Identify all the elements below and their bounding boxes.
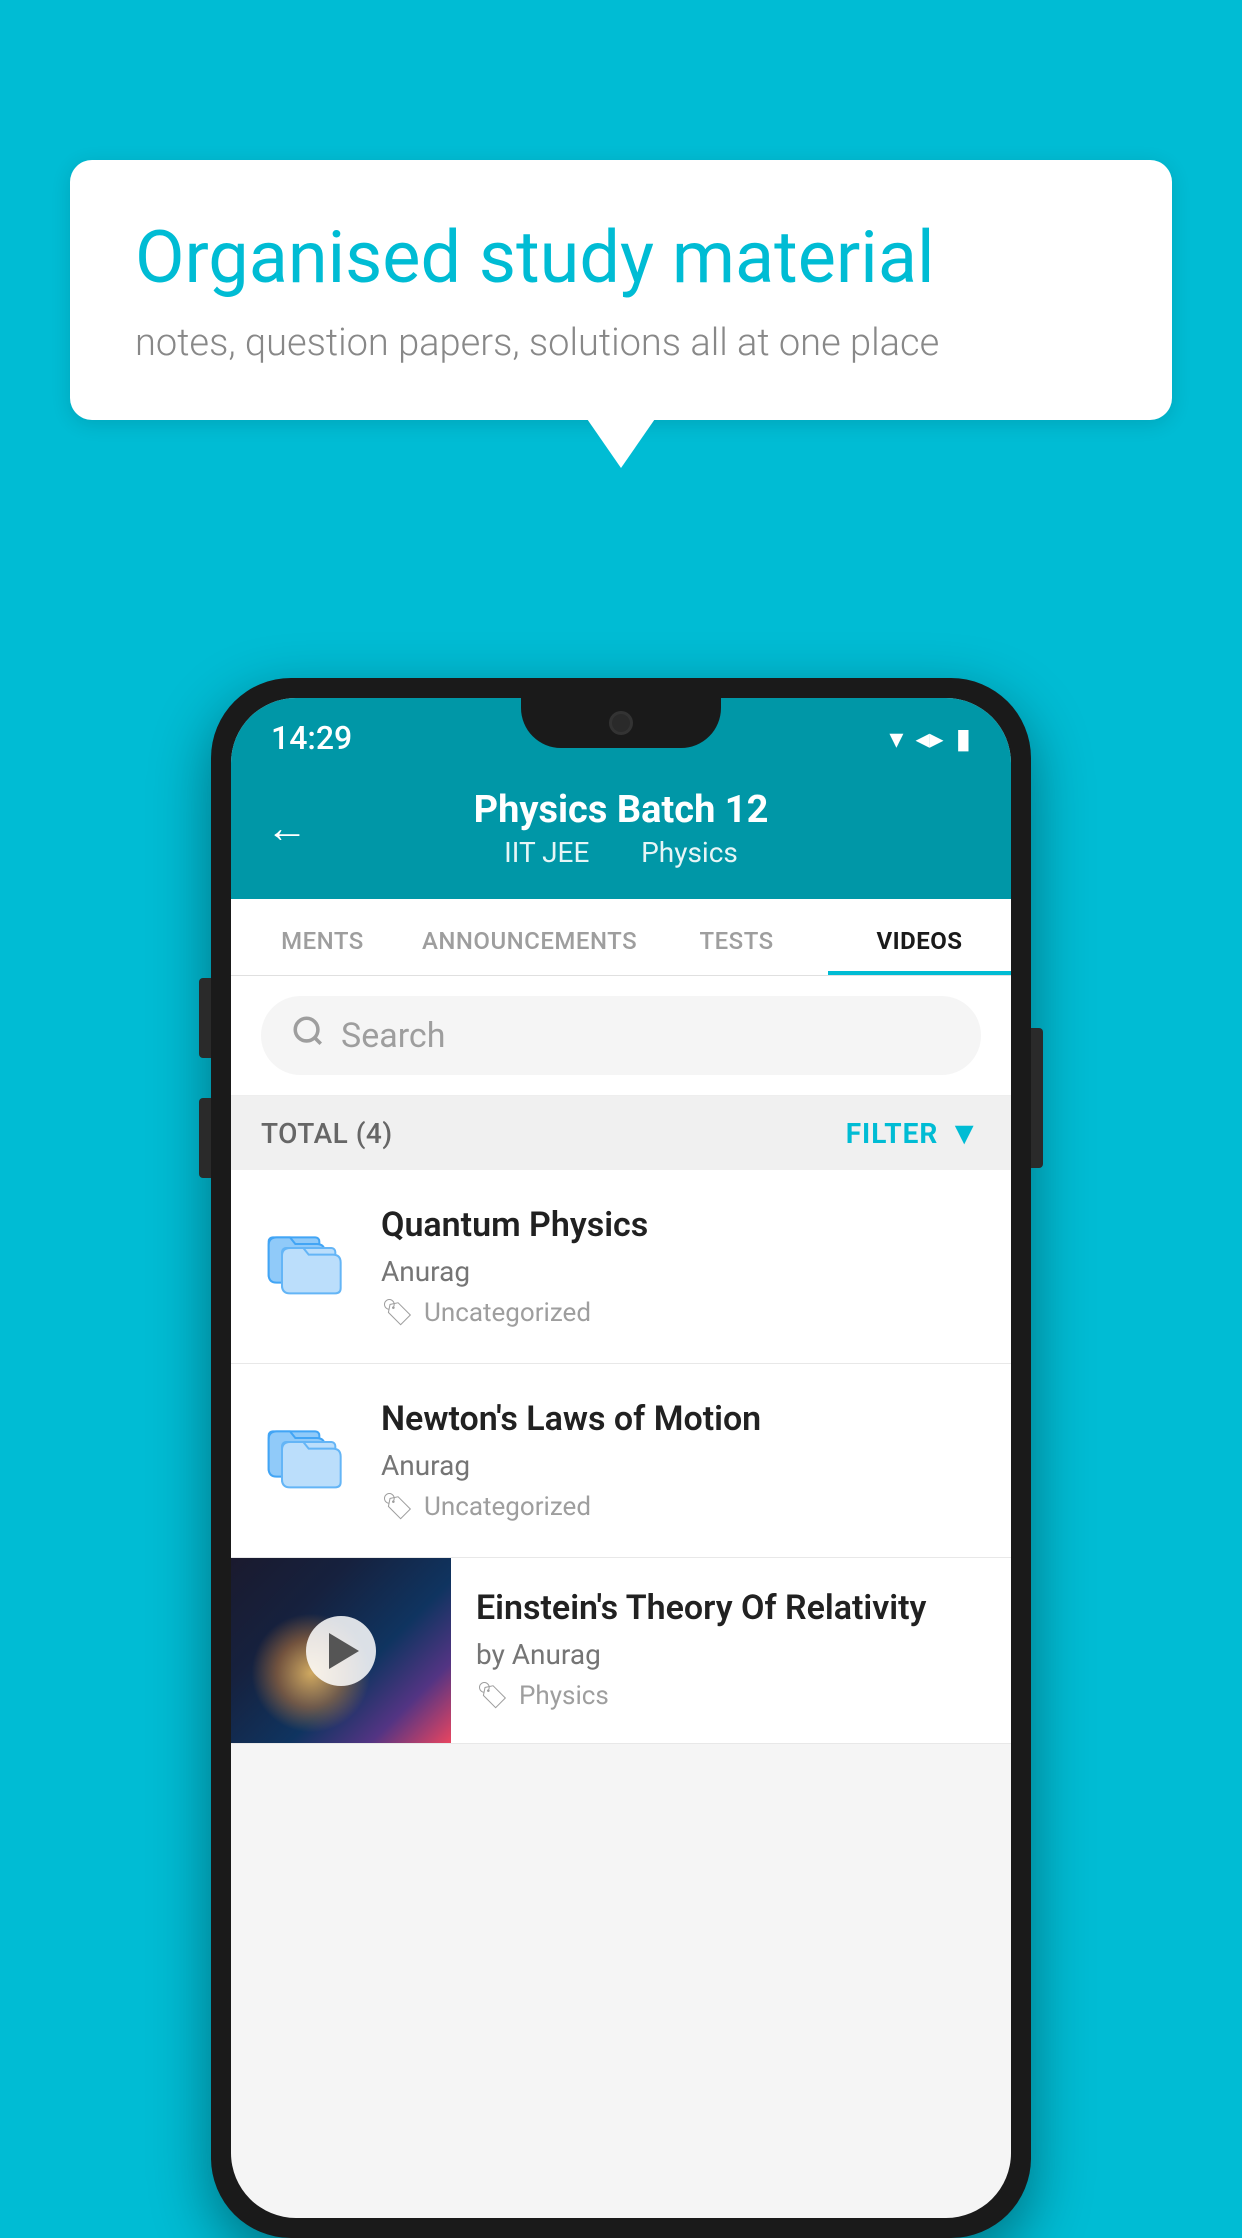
signal-icon: ◂▸ <box>915 722 943 755</box>
filter-bar: TOTAL (4) FILTER ▼ <box>231 1096 1011 1170</box>
subtitle-part1: IIT JEE <box>504 836 589 869</box>
play-icon <box>329 1633 359 1669</box>
app-title: Physics Batch 12 <box>474 788 769 832</box>
video-title: Quantum Physics <box>381 1205 981 1245</box>
tab-videos[interactable]: VIDEOS <box>828 899 1011 975</box>
list-item[interactable]: Einstein's Theory Of Relativity by Anura… <box>231 1558 1011 1744</box>
tag-label: Uncategorized <box>424 1298 591 1328</box>
video-info: Quantum Physics Anurag 🏷 Uncategorized <box>381 1205 981 1328</box>
phone-screen: 14:29 ▾ ◂▸ ▮ ← Physics Batch 12 IIT JEE … <box>231 698 1011 2218</box>
speech-bubble: Organised study material notes, question… <box>70 160 1172 420</box>
video-tag: 🏷 Physics <box>476 1681 986 1711</box>
search-icon <box>291 1014 325 1057</box>
phone-vol-up-button <box>199 978 211 1058</box>
status-time: 14:29 <box>271 719 352 757</box>
video-info: Einstein's Theory Of Relativity by Anura… <box>451 1558 1011 1741</box>
tabs-bar: MENTS ANNOUNCEMENTS TESTS VIDEOS <box>231 899 1011 976</box>
back-button[interactable]: ← <box>266 804 308 853</box>
app-header: ← Physics Batch 12 IIT JEE Physics <box>231 768 1011 899</box>
tab-tests[interactable]: TESTS <box>645 899 828 975</box>
video-title: Newton's Laws of Motion <box>381 1399 981 1439</box>
filter-button[interactable]: FILTER ▼ <box>846 1114 981 1152</box>
speech-bubble-heading: Organised study material <box>135 215 1107 301</box>
speech-bubble-subtext: notes, question papers, solutions all at… <box>135 321 1107 365</box>
tag-icon: 🏷 <box>381 1298 414 1328</box>
tag-icon: 🏷 <box>381 1492 414 1522</box>
subtitle-part2: Physics <box>641 836 738 869</box>
video-info: Newton's Laws of Motion Anurag 🏷 Uncateg… <box>381 1399 981 1522</box>
tag-label: Uncategorized <box>424 1492 591 1522</box>
phone-power-button <box>1031 1028 1043 1168</box>
video-tag: 🏷 Uncategorized <box>381 1492 981 1522</box>
play-button[interactable] <box>306 1616 376 1686</box>
header-title-block: Physics Batch 12 IIT JEE Physics <box>474 788 769 869</box>
phone-vol-down-button <box>199 1098 211 1178</box>
filter-label: FILTER <box>846 1117 939 1150</box>
list-item[interactable]: Newton's Laws of Motion Anurag 🏷 Uncateg… <box>231 1364 1011 1558</box>
tag-icon: 🏷 <box>476 1681 509 1711</box>
search-box[interactable]: Search <box>261 996 981 1075</box>
video-author: Anurag <box>381 1255 981 1288</box>
content-area: Quantum Physics Anurag 🏷 Uncategorized <box>231 1170 1011 1744</box>
tag-label: Physics <box>519 1681 609 1711</box>
wifi-icon: ▾ <box>889 722 903 755</box>
video-title: Einstein's Theory Of Relativity <box>476 1588 986 1628</box>
battery-icon: ▮ <box>956 722 971 755</box>
phone-camera <box>609 711 633 735</box>
status-icons: ▾ ◂▸ ▮ <box>889 722 971 755</box>
video-tag: 🏷 Uncategorized <box>381 1298 981 1328</box>
tab-announcements[interactable]: ANNOUNCEMENTS <box>414 899 645 975</box>
total-count: TOTAL (4) <box>261 1117 393 1150</box>
folder-icon <box>261 1213 351 1303</box>
video-author: Anurag <box>381 1449 981 1482</box>
phone-notch <box>521 698 721 748</box>
search-placeholder: Search <box>341 1016 445 1056</box>
phone-frame: 14:29 ▾ ◂▸ ▮ ← Physics Batch 12 IIT JEE … <box>211 678 1031 2238</box>
app-subtitle: IIT JEE Physics <box>474 836 769 869</box>
tab-ments[interactable]: MENTS <box>231 899 414 975</box>
list-item[interactable]: Quantum Physics Anurag 🏷 Uncategorized <box>231 1170 1011 1364</box>
filter-funnel-icon: ▼ <box>948 1114 981 1152</box>
search-container: Search <box>231 976 1011 1096</box>
folder-icon <box>261 1407 351 1497</box>
speech-bubble-container: Organised study material notes, question… <box>70 160 1172 420</box>
video-thumbnail <box>231 1558 451 1743</box>
video-author: by Anurag <box>476 1638 986 1671</box>
